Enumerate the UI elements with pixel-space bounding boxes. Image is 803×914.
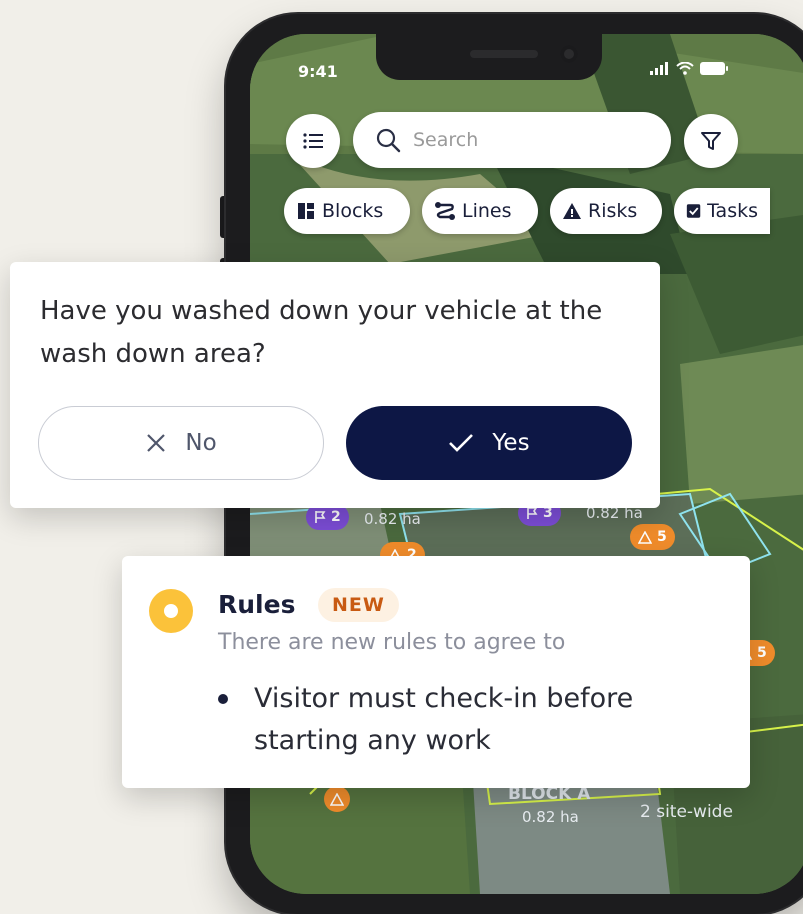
flag-icon <box>315 511 326 523</box>
site-wide-label: 2 site-wide <box>640 802 733 822</box>
rules-subtitle: There are new rules to agree to <box>218 630 566 655</box>
front-camera <box>560 45 578 63</box>
filter-icon <box>701 132 721 150</box>
speaker-grille <box>470 50 538 58</box>
task-checkbox-icon <box>686 204 701 218</box>
rules-status-icon <box>149 589 193 633</box>
new-badge: NEW <box>318 588 399 622</box>
warning-icon <box>330 792 344 806</box>
warning-icon <box>638 530 652 544</box>
search-input[interactable] <box>411 128 635 152</box>
rule-text: Visitor must check-in before starting an… <box>254 683 634 756</box>
blocks-icon <box>298 203 314 219</box>
chip-label: Blocks <box>322 200 384 222</box>
block-area-label: 0.82 ha <box>364 510 421 528</box>
chip-lines[interactable]: Lines <box>422 188 538 234</box>
chip-tasks[interactable]: Tasks <box>674 188 770 234</box>
dialog-question: Have you washed down your vehicle at the… <box>40 296 603 369</box>
menu-list-button[interactable] <box>286 114 340 168</box>
lines-icon <box>435 202 455 220</box>
status-time: 9:41 <box>298 62 338 81</box>
search-icon <box>376 128 401 153</box>
risk-badge-b[interactable]: 5 <box>630 524 675 550</box>
block-area-label: 0.82 ha <box>522 808 579 826</box>
filter-button[interactable] <box>684 114 738 168</box>
search-bar[interactable] <box>353 112 671 168</box>
battery-icon <box>700 62 728 75</box>
risk-count: 5 <box>657 529 667 545</box>
rules-card[interactable]: Rules NEW There are new rules to agree t… <box>122 556 750 788</box>
chip-risks[interactable]: Risks <box>550 188 662 234</box>
rule-item: Visitor must check-in before starting an… <box>214 678 714 762</box>
no-label: No <box>185 430 217 456</box>
check-icon <box>449 434 474 452</box>
risk-badge-d[interactable] <box>324 786 350 812</box>
wifi-icon <box>676 62 694 75</box>
close-icon <box>147 434 166 452</box>
wash-down-dialog: Have you washed down your vehicle at the… <box>10 262 660 508</box>
chip-label: Risks <box>588 200 638 222</box>
list-icon <box>303 133 323 149</box>
no-button[interactable]: No <box>38 406 324 480</box>
chip-label: Tasks <box>707 200 758 222</box>
chip-blocks[interactable]: Blocks <box>284 188 410 234</box>
rules-list: Visitor must check-in before starting an… <box>214 678 714 762</box>
chip-label: Lines <box>462 200 512 222</box>
bullet-icon <box>218 694 228 704</box>
rules-title: Rules <box>218 590 296 619</box>
yes-label: Yes <box>492 430 530 456</box>
flag-count: 2 <box>331 509 341 525</box>
risk-count: 5 <box>757 645 767 661</box>
signal-icon <box>650 62 668 75</box>
risk-warning-icon <box>563 203 581 219</box>
status-icons <box>650 62 728 75</box>
flag-icon <box>527 507 538 519</box>
yes-button[interactable]: Yes <box>346 406 632 480</box>
